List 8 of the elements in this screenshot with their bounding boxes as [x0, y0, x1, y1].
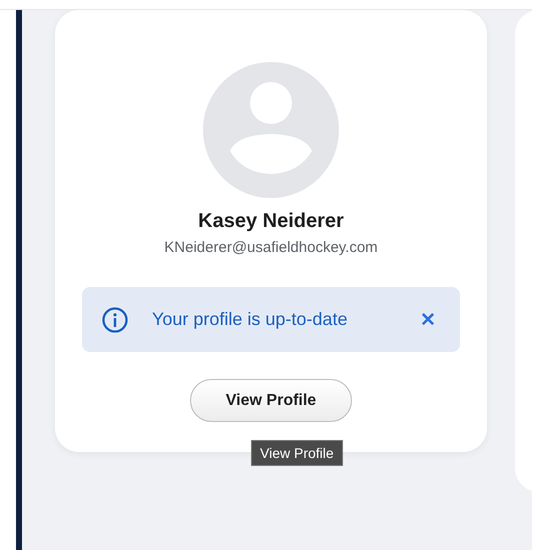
close-button[interactable]: ✕: [416, 308, 440, 332]
view-profile-button[interactable]: View Profile: [190, 379, 352, 422]
user-name: Kasey Neiderer: [198, 210, 344, 233]
info-icon: [101, 306, 129, 334]
tooltip: View Profile: [251, 440, 343, 466]
user-email: KNeiderer@usafieldhockey.com: [164, 239, 378, 256]
alert-message: Your profile is up-to-date: [152, 309, 348, 330]
avatar-icon: [203, 62, 339, 198]
